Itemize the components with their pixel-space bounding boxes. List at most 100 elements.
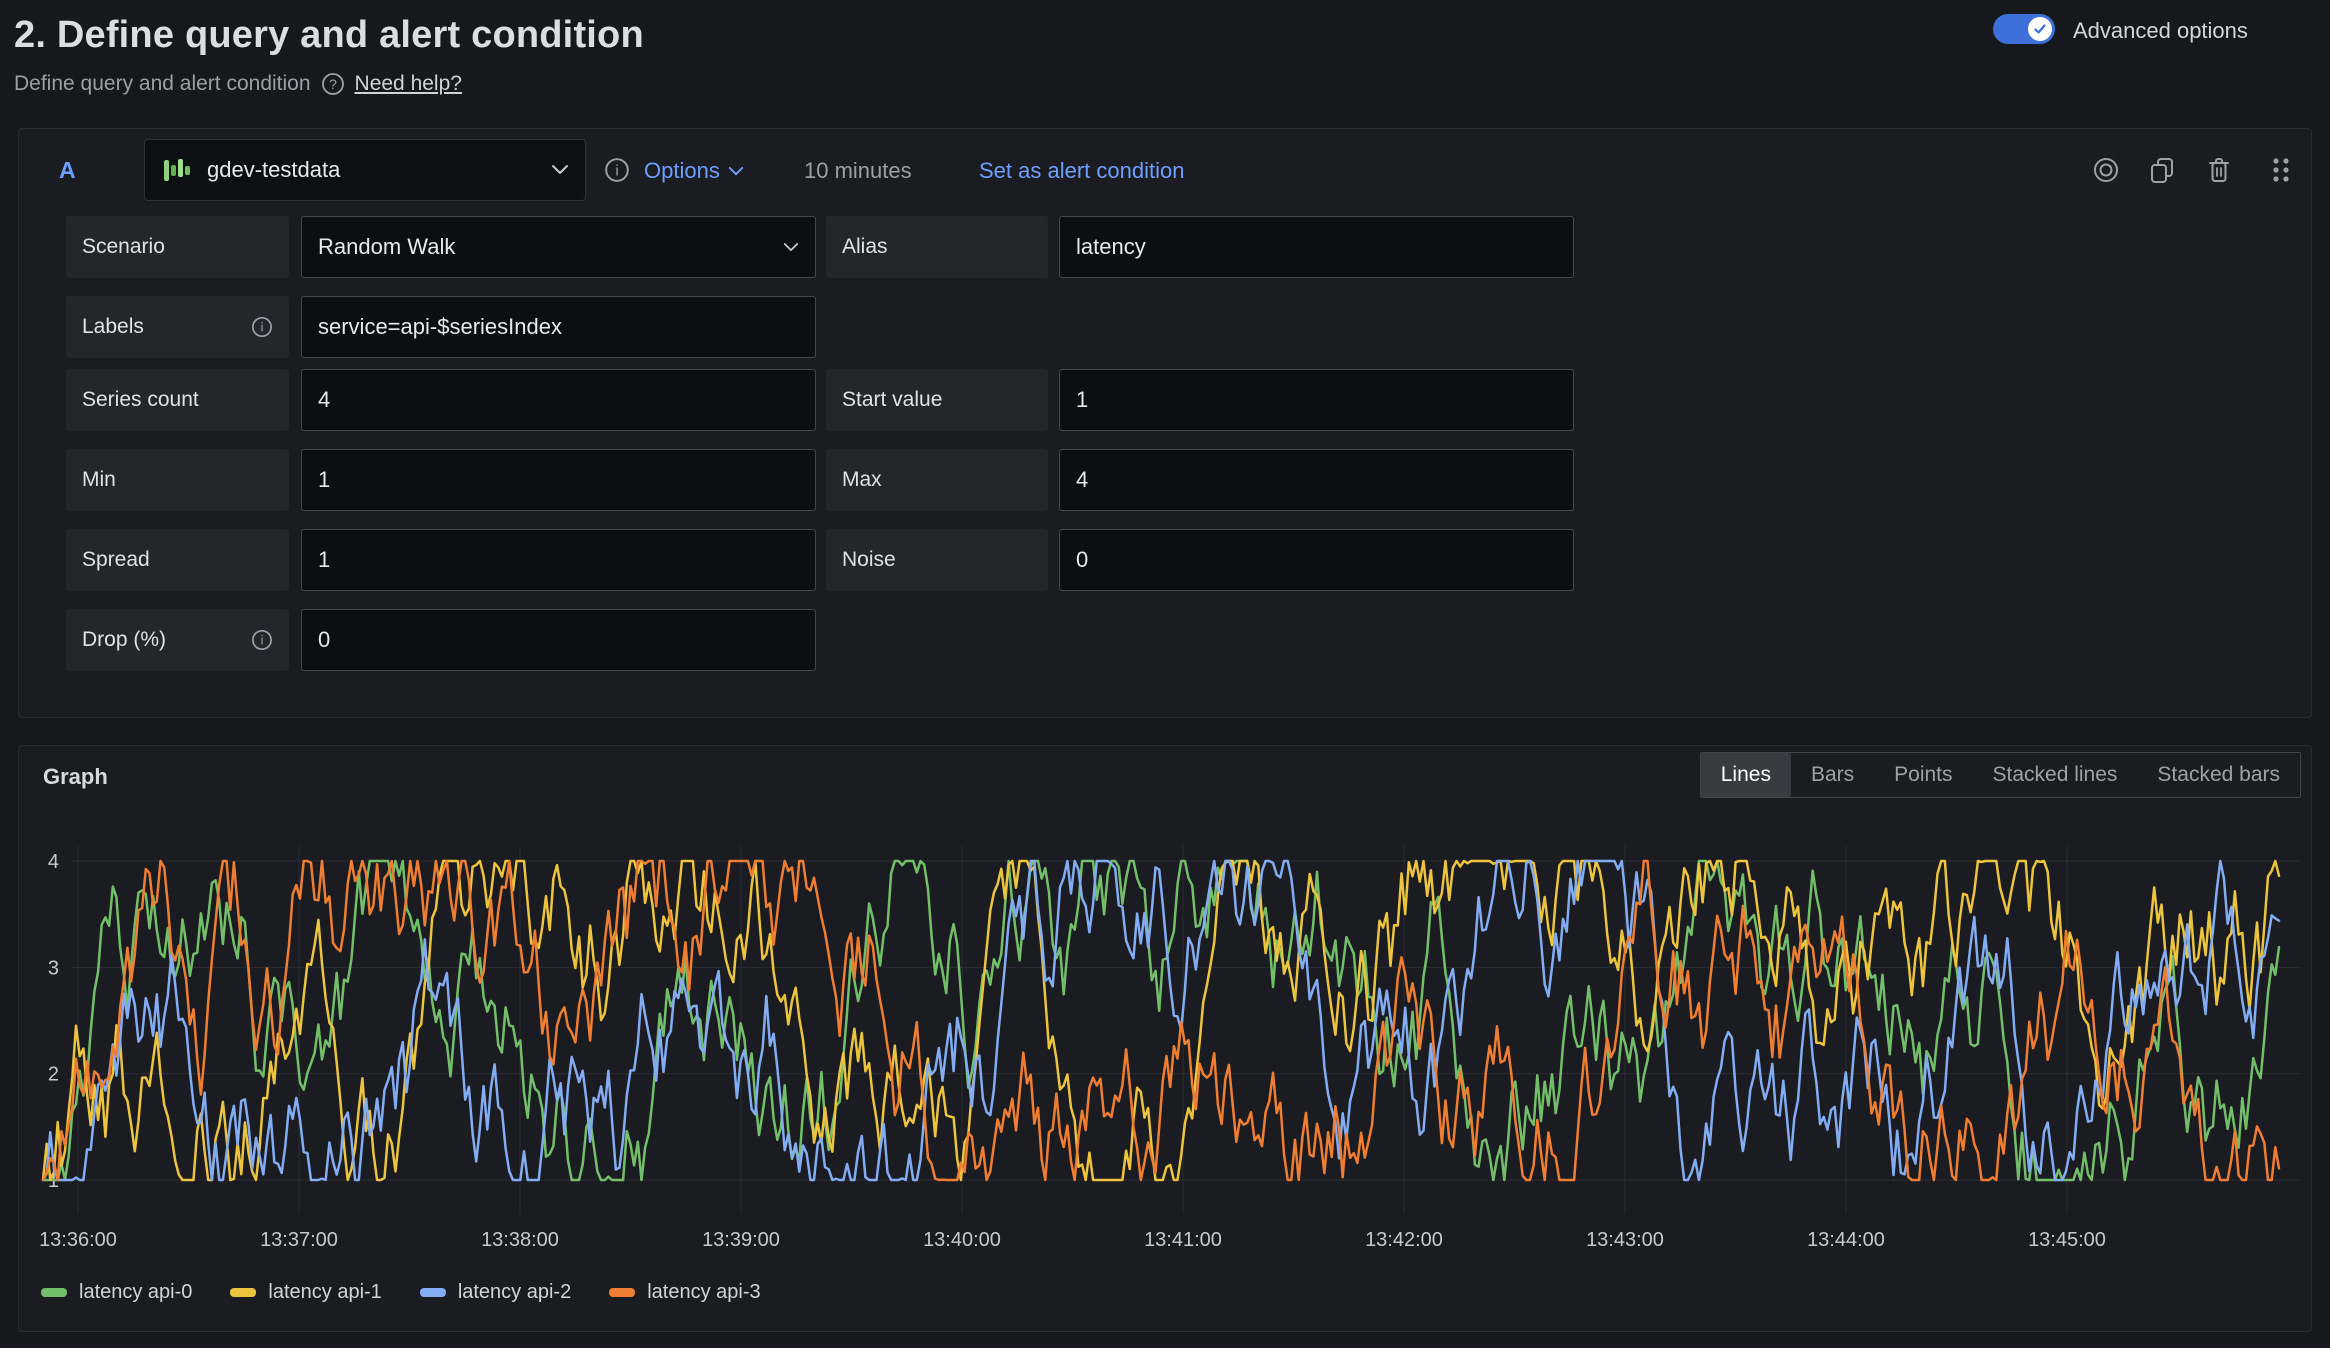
svg-text:3: 3: [48, 957, 59, 979]
legend-item[interactable]: latency api-2: [420, 1281, 571, 1304]
drop-input[interactable]: [302, 627, 815, 653]
tab-lines[interactable]: Lines: [1701, 753, 1791, 797]
scenario-select[interactable]: Random Walk: [301, 216, 816, 278]
page-title: 2. Define query and alert condition: [14, 14, 644, 57]
max-label-chip: Max: [826, 449, 1048, 511]
min-label: Min: [82, 468, 116, 492]
copy-icon[interactable]: [2147, 155, 2177, 185]
tab-stacked-lines[interactable]: Stacked lines: [1973, 753, 2138, 797]
legend-item[interactable]: latency api-0: [41, 1281, 192, 1304]
svg-text:13:38:00: 13:38:00: [481, 1229, 559, 1251]
time-range-label: 10 minutes: [804, 158, 912, 184]
series-swatch: [420, 1288, 446, 1297]
svg-text:?: ?: [329, 76, 337, 92]
svg-text:13:40:00: 13:40:00: [923, 1229, 1001, 1251]
tab-points[interactable]: Points: [1874, 753, 1972, 797]
set-alert-condition-label: Set as alert condition: [979, 158, 1184, 184]
svg-text:13:44:00: 13:44:00: [1807, 1229, 1885, 1251]
noise-input[interactable]: [1060, 547, 1573, 573]
svg-text:13:45:00: 13:45:00: [2028, 1229, 2106, 1251]
info-circle-icon: i: [251, 316, 273, 338]
display-mode-tabs: Lines Bars Points Stacked lines Stacked …: [1700, 752, 2301, 798]
need-help-link[interactable]: Need help?: [355, 72, 462, 96]
advanced-options-toggle[interactable]: [1993, 14, 2055, 44]
svg-text:i: i: [615, 162, 618, 179]
options-label: Options: [644, 158, 720, 184]
series-name: latency api-3: [647, 1281, 760, 1304]
series-count-input[interactable]: [302, 387, 815, 413]
max-input[interactable]: [1060, 467, 1573, 493]
series-name: latency api-2: [458, 1281, 571, 1304]
svg-text:13:39:00: 13:39:00: [702, 1229, 780, 1251]
min-field-wrap: [301, 449, 816, 511]
scenario-label-chip: Scenario: [66, 216, 289, 278]
svg-text:13:37:00: 13:37:00: [260, 1229, 338, 1251]
svg-text:13:41:00: 13:41:00: [1144, 1229, 1222, 1251]
start-value-label-chip: Start value: [826, 369, 1048, 431]
svg-text:2: 2: [48, 1064, 59, 1086]
series-swatch: [41, 1288, 67, 1297]
svg-text:13:43:00: 13:43:00: [1586, 1229, 1664, 1251]
noise-field-wrap: [1059, 529, 1574, 591]
series-count-label-chip: Series count: [66, 369, 289, 431]
options-expander[interactable]: Options: [644, 158, 744, 184]
set-alert-condition-link[interactable]: Set as alert condition: [979, 158, 1184, 184]
legend-item[interactable]: latency api-3: [609, 1281, 760, 1304]
legend-item[interactable]: latency api-1: [230, 1281, 381, 1304]
noise-label: Noise: [842, 548, 896, 572]
info-circle-icon: i: [251, 629, 273, 651]
series-count-label: Series count: [82, 388, 199, 412]
svg-text:4: 4: [48, 851, 59, 873]
page-subtitle: Define query and alert condition ? Need …: [14, 72, 462, 96]
series-swatch: [230, 1288, 256, 1297]
tab-stacked-bars[interactable]: Stacked bars: [2137, 753, 2300, 797]
labels-field-wrap: [301, 296, 816, 358]
testdata-bars-icon: [161, 154, 193, 186]
trash-icon[interactable]: [2204, 155, 2234, 185]
drop-field-wrap: [301, 609, 816, 671]
alert-rule-editor: 2. Define query and alert condition Defi…: [0, 0, 2330, 1348]
info-circle-icon: i: [604, 157, 630, 183]
spread-input[interactable]: [302, 547, 815, 573]
page-subtitle-text: Define query and alert condition: [14, 72, 311, 96]
drag-handle-icon[interactable]: [2267, 155, 2295, 185]
spread-label-chip: Spread: [66, 529, 289, 591]
alias-field-wrap: [1059, 216, 1574, 278]
svg-text:i: i: [261, 633, 264, 648]
start-value-label: Start value: [842, 388, 942, 412]
start-value-input[interactable]: [1060, 387, 1573, 413]
max-field-wrap: [1059, 449, 1574, 511]
timeseries-chart[interactable]: 123413:36:0013:37:0013:38:0013:39:0013:4…: [31, 846, 2301, 1276]
help-circle-icon: ?: [321, 72, 345, 96]
chevron-down-icon: [783, 242, 799, 253]
query-editor-panel: A gdev-testdata i Options 10 minutes: [18, 128, 2312, 718]
record-icon[interactable]: [2091, 155, 2121, 185]
min-input[interactable]: [302, 467, 815, 493]
graph-panel: Graph Lines Bars Points Stacked lines St…: [18, 745, 2312, 1332]
toggle-knob: [2028, 17, 2052, 41]
datasource-name: gdev-testdata: [207, 157, 537, 183]
labels-label: Labels: [82, 315, 144, 339]
spread-label: Spread: [82, 548, 150, 572]
drop-label-chip: Drop (%) i: [66, 609, 289, 671]
drop-label: Drop (%): [82, 628, 166, 652]
datasource-picker[interactable]: gdev-testdata: [144, 139, 586, 201]
graph-panel-title: Graph: [43, 764, 108, 790]
series-name: latency api-0: [79, 1281, 192, 1304]
chart-legend: latency api-0 latency api-1 latency api-…: [41, 1281, 761, 1304]
max-label: Max: [842, 468, 882, 492]
alias-label-chip: Alias: [826, 216, 1048, 278]
query-ref-id[interactable]: A: [59, 157, 76, 184]
scenario-value: Random Walk: [318, 234, 455, 260]
noise-label-chip: Noise: [826, 529, 1048, 591]
labels-label-chip: Labels i: [66, 296, 289, 358]
tab-bars[interactable]: Bars: [1791, 753, 1874, 797]
svg-text:13:36:00: 13:36:00: [39, 1229, 117, 1251]
alias-input[interactable]: [1060, 234, 1573, 260]
chevron-down-icon: [551, 164, 569, 176]
spread-field-wrap: [301, 529, 816, 591]
advanced-options-label: Advanced options: [2073, 18, 2248, 44]
labels-input[interactable]: [302, 314, 815, 340]
scenario-label: Scenario: [82, 235, 165, 259]
start-value-field-wrap: [1059, 369, 1574, 431]
